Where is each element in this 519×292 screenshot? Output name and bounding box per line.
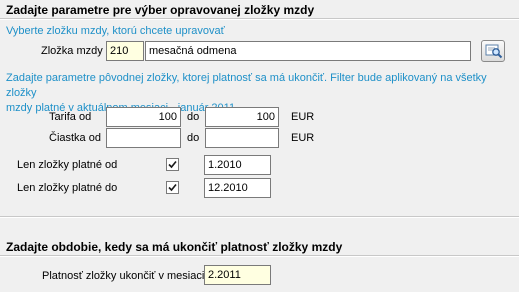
valid-to-field[interactable]: 12.2010 bbox=[204, 178, 271, 198]
tarifa-to-field[interactable]: 100 bbox=[205, 107, 279, 127]
end-month-field[interactable]: 2.2011 bbox=[204, 265, 271, 285]
ciastka-to-label: do bbox=[187, 132, 200, 144]
filter-hint-line1: Zadajte parametre pôvodnej zložky, ktore… bbox=[6, 72, 487, 99]
valid-from-checkbox[interactable] bbox=[166, 158, 179, 171]
ciastka-from-field[interactable] bbox=[106, 128, 181, 148]
tarifa-to-label: do bbox=[187, 111, 200, 123]
valid-from-label: Len zložky platné od bbox=[17, 159, 118, 171]
divider-highlight bbox=[0, 256, 519, 257]
tarifa-from-field[interactable]: 100 bbox=[106, 107, 181, 127]
section-title-period: Zadajte obdobie, kedy sa má ukončiť plat… bbox=[6, 240, 343, 254]
search-icon bbox=[485, 44, 503, 59]
checkmark-icon bbox=[168, 183, 177, 192]
checkmark-icon bbox=[168, 160, 177, 169]
component-lookup-button[interactable] bbox=[481, 40, 505, 62]
valid-from-field[interactable]: 1.2010 bbox=[204, 155, 271, 175]
component-name-field[interactable]: mesačná odmena bbox=[145, 41, 471, 61]
valid-to-label: Len zložky platné do bbox=[17, 182, 118, 194]
divider-highlight bbox=[0, 19, 519, 20]
section-separator-highlight bbox=[0, 217, 519, 218]
end-month-label: Platnosť zložky ukončiť v mesiaci bbox=[42, 270, 205, 282]
component-hint: Vyberte zložku mzdy, ktorú chcete upravo… bbox=[6, 25, 225, 37]
component-code-field[interactable]: 210 bbox=[106, 41, 144, 61]
component-label: Zložka mzdy bbox=[41, 45, 103, 57]
ciastka-to-field[interactable] bbox=[205, 128, 279, 148]
ciastka-label: Čiastka od bbox=[49, 132, 101, 144]
ciastka-unit: EUR bbox=[291, 132, 315, 144]
tarifa-label: Tarifa od bbox=[49, 111, 92, 123]
valid-to-checkbox[interactable] bbox=[166, 181, 179, 194]
section-title-parameters: Zadajte parametre pre výber opravovanej … bbox=[6, 3, 315, 17]
tarifa-unit: EUR bbox=[291, 111, 315, 123]
